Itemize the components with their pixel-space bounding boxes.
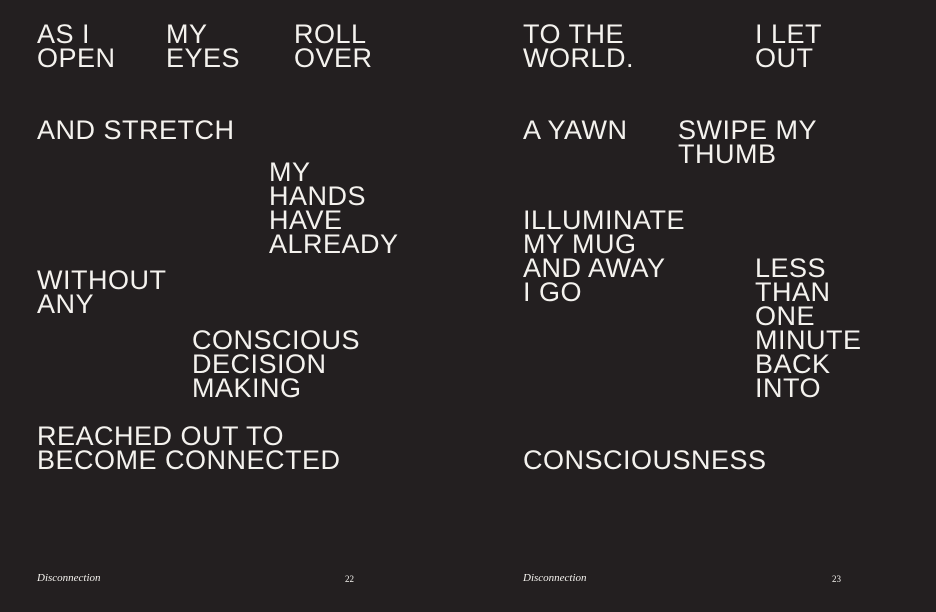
right-page: TO THE WORLD. I LET OUT A YAWN SWIPE MY …: [468, 0, 936, 612]
poem-block-my-hands-have-already: MY HANDS HAVE ALREADY: [269, 157, 399, 259]
poem-block-illuminate-my-mug: ILLUMINATE MY MUG AND AWAY I GO: [523, 205, 686, 307]
poem-block-consciousness: CONSCIOUSNESS: [523, 445, 767, 475]
poem-block-without-any: WITHOUT ANY: [37, 265, 167, 319]
poem-block-and-stretch: AND STRETCH: [37, 115, 235, 145]
poem-block-my-eyes: MY EYES: [166, 19, 241, 73]
poem-block-swipe-my-thumb: SWIPE MY THUMB: [678, 115, 818, 169]
poem-block-less-than-one-minute: LESS THAN ONE MINUTE BACK INTO: [755, 253, 862, 403]
poem-block-conscious-decision-making: CONSCIOUS DECISION MAKING: [192, 325, 361, 403]
page-number: 23: [832, 574, 841, 584]
running-title: Disconnection: [523, 572, 587, 584]
poem-block-i-let-out: I LET OUT: [755, 19, 823, 73]
poem-block-as-i-open: AS I OPEN: [37, 19, 116, 73]
book-spread: AS I OPEN MY EYES ROLL OVER AND STRETCH …: [0, 0, 936, 612]
poem-block-to-the-world: TO THE WORLD.: [523, 19, 634, 73]
page-number: 22: [345, 574, 354, 584]
poem-block-a-yawn: A YAWN: [523, 115, 628, 145]
left-page: AS I OPEN MY EYES ROLL OVER AND STRETCH …: [0, 0, 468, 612]
running-title: Disconnection: [37, 572, 101, 584]
poem-block-roll-over: ROLL OVER: [294, 19, 373, 73]
poem-block-reached-out: REACHED OUT TO BECOME CONNECTED: [37, 421, 341, 475]
